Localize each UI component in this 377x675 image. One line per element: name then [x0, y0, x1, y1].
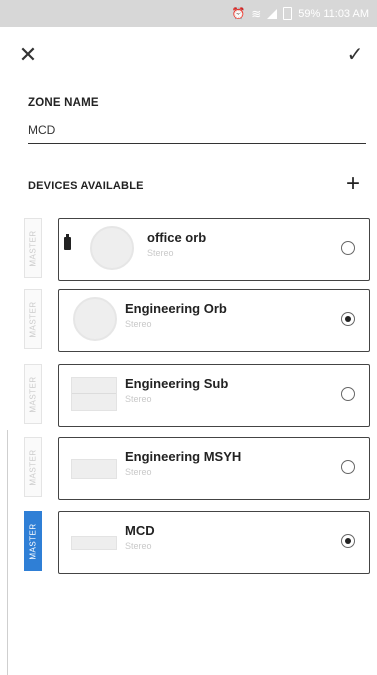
device-thumbnail	[71, 536, 117, 550]
device-thumbnail	[73, 297, 117, 341]
device-card[interactable]: Engineering MSYH Stereo	[58, 437, 370, 500]
divider	[7, 430, 8, 675]
top-toolbar: ✕ ✓	[0, 27, 377, 85]
device-subtitle: Stereo	[125, 541, 152, 551]
device-radio[interactable]	[341, 241, 355, 255]
master-label: MASTER	[28, 448, 38, 486]
device-subtitle: Stereo	[125, 319, 152, 329]
add-device-button[interactable]: +	[339, 170, 367, 198]
status-bar: ⏰ ≋ 59% 11:03 AM	[0, 0, 377, 27]
device-radio[interactable]	[341, 387, 355, 401]
close-icon: ✕	[18, 42, 38, 67]
battery-icon	[64, 234, 71, 250]
master-toggle[interactable]: MASTER	[24, 364, 42, 424]
plus-icon: +	[345, 170, 360, 197]
device-row: MASTER MCD Stereo	[24, 511, 370, 574]
device-row: MASTER office orb Stereo	[24, 218, 370, 281]
alarm-icon: ⏰	[231, 8, 246, 20]
device-radio[interactable]	[341, 460, 355, 474]
device-name: Engineering MSYH	[125, 449, 242, 464]
device-name: Engineering Orb	[125, 301, 227, 316]
master-label: MASTER	[28, 375, 38, 413]
device-subtitle: Stereo	[125, 394, 152, 404]
master-toggle[interactable]: MASTER	[24, 511, 42, 571]
device-radio[interactable]	[341, 312, 355, 326]
zone-name-label: ZONE NAME	[28, 97, 99, 109]
device-row: MASTER Engineering MSYH Stereo	[24, 437, 370, 500]
master-label: MASTER	[28, 522, 38, 560]
device-thumbnail	[71, 377, 117, 411]
confirm-button[interactable]: ✓	[341, 41, 369, 69]
master-toggle[interactable]: MASTER	[24, 437, 42, 497]
close-button[interactable]: ✕	[14, 41, 42, 69]
device-subtitle: Stereo	[125, 467, 152, 477]
device-card[interactable]: office orb Stereo	[58, 218, 370, 281]
device-radio[interactable]	[341, 534, 355, 548]
master-label: MASTER	[28, 229, 38, 267]
device-thumbnail	[71, 459, 117, 479]
device-card[interactable]: Engineering Sub Stereo	[58, 364, 370, 427]
master-label: MASTER	[28, 300, 38, 338]
master-toggle[interactable]: MASTER	[24, 289, 42, 349]
devices-available-header: DEVICES AVAILABLE	[28, 180, 144, 192]
status-text: 59% 11:03 AM	[298, 7, 369, 20]
device-name: MCD	[125, 523, 155, 538]
device-row: MASTER Engineering Sub Stereo	[24, 364, 370, 427]
device-name: office orb	[147, 230, 207, 245]
device-name: Engineering Sub	[125, 376, 229, 391]
signal-icon	[267, 8, 278, 19]
master-toggle[interactable]: MASTER	[24, 218, 42, 278]
device-row: MASTER Engineering Orb Stereo	[24, 289, 370, 352]
zone-name-input[interactable]	[28, 117, 366, 144]
device-card[interactable]: Engineering Orb Stereo	[58, 289, 370, 352]
battery-status-icon	[283, 7, 293, 20]
wifi-icon: ≋	[251, 6, 262, 21]
device-subtitle: Stereo	[147, 248, 174, 258]
device-card[interactable]: MCD Stereo	[58, 511, 370, 574]
device-thumbnail	[90, 226, 134, 270]
check-icon: ✓	[346, 44, 364, 66]
